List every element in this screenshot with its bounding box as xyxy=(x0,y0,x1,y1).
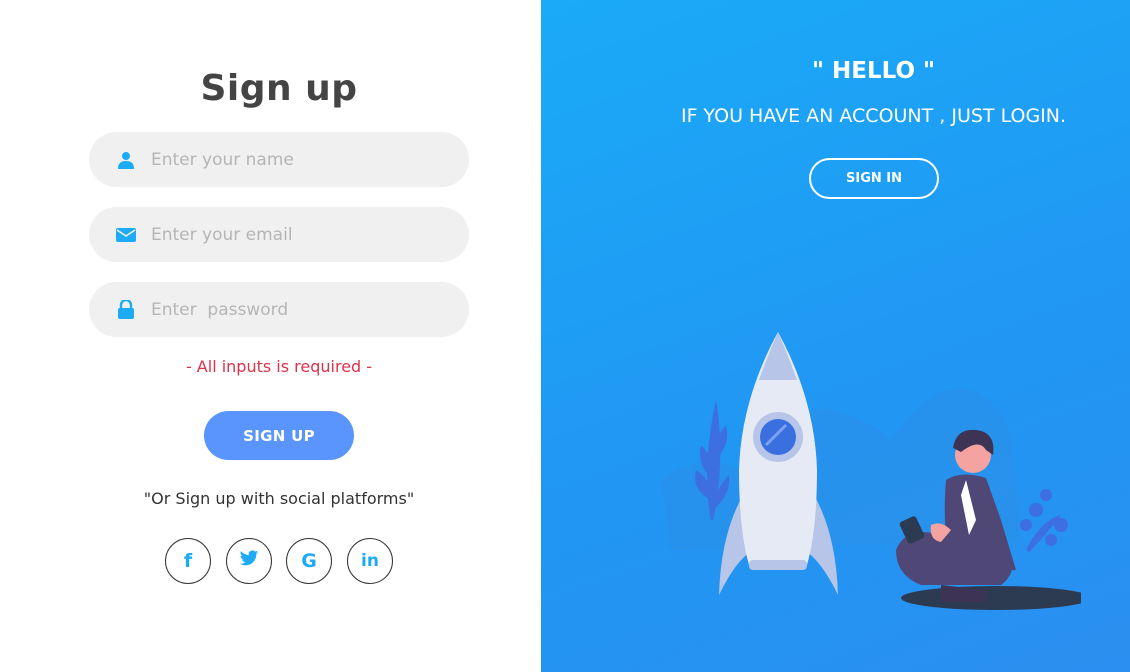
name-field[interactable] xyxy=(89,132,469,187)
linkedin-button[interactable]: in xyxy=(347,538,393,584)
facebook-button[interactable]: f xyxy=(165,538,211,584)
password-input[interactable] xyxy=(151,299,441,320)
hello-heading: " HELLO " xyxy=(812,58,935,84)
google-button[interactable]: G xyxy=(286,538,332,584)
signup-panel: Sign up - All inputs is required - SIGN … xyxy=(0,0,541,672)
email-input[interactable] xyxy=(151,224,441,245)
twitter-button[interactable] xyxy=(226,538,272,584)
password-field[interactable] xyxy=(89,282,469,337)
google-icon: G xyxy=(301,550,317,572)
sign-in-button[interactable]: SIGN IN xyxy=(809,158,939,199)
page-title: Sign up xyxy=(200,68,358,109)
lock-icon xyxy=(113,300,139,320)
email-field[interactable] xyxy=(89,207,469,262)
name-input[interactable] xyxy=(151,149,441,170)
login-prompt: IF YOU HAVE AN ACCOUNT , JUST LOGIN. xyxy=(680,105,1067,127)
envelope-icon xyxy=(113,225,139,245)
twitter-icon xyxy=(239,550,259,572)
sign-up-button[interactable]: SIGN UP xyxy=(204,411,354,460)
social-text: "Or Sign up with social platforms" xyxy=(143,489,415,508)
linkedin-icon: in xyxy=(361,551,379,571)
rocket-illustration xyxy=(661,332,1081,610)
facebook-icon: f xyxy=(183,550,193,572)
error-message: - All inputs is required - xyxy=(185,357,373,376)
welcome-panel: " HELLO " IF YOU HAVE AN ACCOUNT , JUST … xyxy=(541,0,1130,672)
user-icon xyxy=(113,150,139,170)
